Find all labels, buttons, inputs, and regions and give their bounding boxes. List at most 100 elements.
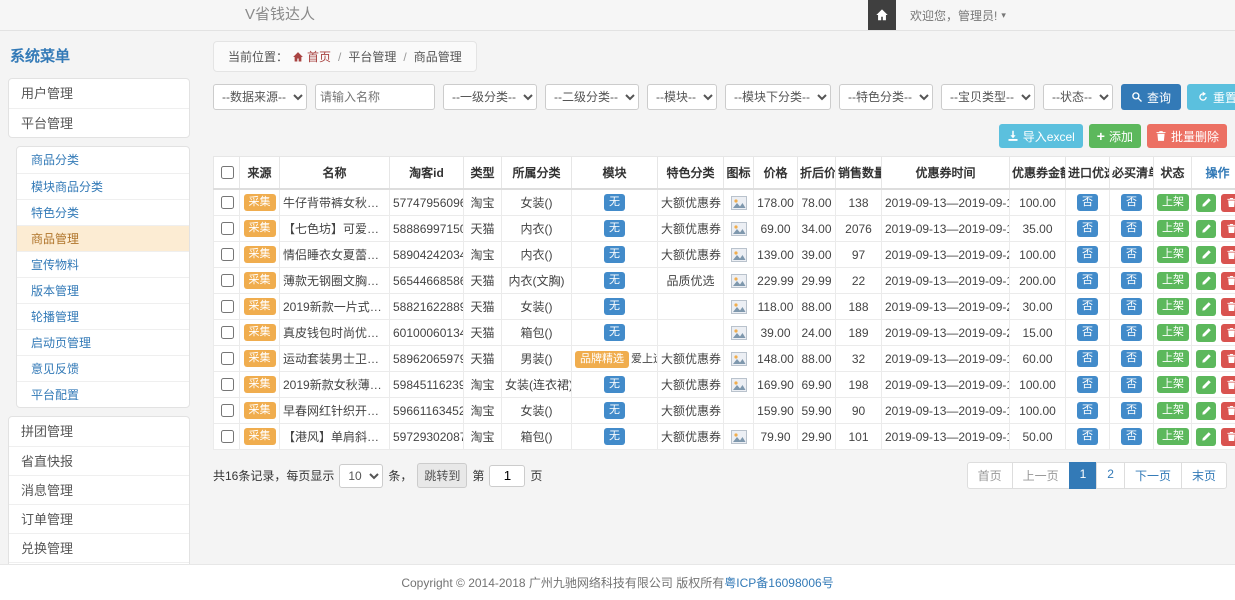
import-select-badge[interactable]: 否	[1077, 428, 1098, 445]
status-badge[interactable]: 上架	[1157, 298, 1189, 315]
pager-button[interactable]: 1	[1069, 462, 1098, 489]
must-buy-badge[interactable]: 否	[1121, 350, 1142, 367]
featured-category-select[interactable]: --特色分类--	[839, 84, 933, 110]
import-select-badge[interactable]: 否	[1077, 350, 1098, 367]
delete-button[interactable]	[1221, 220, 1235, 238]
pager-button[interactable]: 下一页	[1124, 462, 1182, 489]
sidebar-item[interactable]: 平台管理	[9, 108, 189, 137]
sidebar-item[interactable]: 模块商品分类	[17, 173, 189, 199]
sidebar-item[interactable]: 消息管理	[9, 475, 189, 504]
sidebar-item[interactable]: 订单管理	[9, 504, 189, 533]
select-all-checkbox[interactable]	[221, 166, 234, 179]
module-subcategory-select[interactable]: --模块下分类--	[725, 84, 831, 110]
must-buy-badge[interactable]: 否	[1121, 376, 1142, 393]
must-buy-badge[interactable]: 否	[1121, 194, 1142, 211]
data-source-select[interactable]: --数据来源--	[213, 84, 307, 110]
sidebar-item[interactable]: 轮播管理	[17, 303, 189, 329]
query-button[interactable]: 查询	[1121, 84, 1181, 110]
sidebar-item[interactable]: 商品分类	[17, 147, 189, 173]
breadcrumb-home-link[interactable]: 首页	[292, 48, 331, 65]
edit-button[interactable]	[1196, 402, 1216, 420]
edit-button[interactable]	[1196, 194, 1216, 212]
edit-button[interactable]	[1196, 376, 1216, 394]
status-badge[interactable]: 上架	[1157, 376, 1189, 393]
reset-button[interactable]: 重置	[1187, 84, 1235, 110]
add-button[interactable]: + 添加	[1089, 124, 1141, 148]
user-menu[interactable]: 欢迎您，管理员! ▾	[896, 7, 1020, 24]
sidebar-item[interactable]: 兑换管理	[9, 533, 189, 562]
must-buy-badge[interactable]: 否	[1121, 246, 1142, 263]
batch-delete-button[interactable]: 批量删除	[1147, 124, 1227, 148]
row-checkbox[interactable]	[221, 300, 234, 313]
must-buy-badge[interactable]: 否	[1121, 324, 1142, 341]
page-jump-input[interactable]	[489, 465, 525, 487]
edit-button[interactable]	[1196, 350, 1216, 368]
status-badge[interactable]: 上架	[1157, 272, 1189, 289]
row-checkbox[interactable]	[221, 196, 234, 209]
pager-button[interactable]: 末页	[1181, 462, 1227, 489]
delete-button[interactable]	[1221, 402, 1235, 420]
sidebar-item[interactable]: 宣传物料	[17, 251, 189, 277]
status-badge[interactable]: 上架	[1157, 350, 1189, 367]
home-button[interactable]	[868, 0, 896, 30]
sidebar-item[interactable]: 意见反馈	[17, 355, 189, 381]
row-checkbox[interactable]	[221, 430, 234, 443]
must-buy-badge[interactable]: 否	[1121, 220, 1142, 237]
import-select-badge[interactable]: 否	[1077, 324, 1098, 341]
per-page-select[interactable]: 10	[339, 464, 383, 488]
delete-button[interactable]	[1221, 246, 1235, 264]
level2-category-select[interactable]: --二级分类--	[545, 84, 639, 110]
row-checkbox[interactable]	[221, 352, 234, 365]
import-excel-button[interactable]: 导入excel	[999, 124, 1083, 148]
sidebar-item[interactable]: 平台配置	[17, 381, 189, 407]
must-buy-badge[interactable]: 否	[1121, 402, 1142, 419]
status-badge[interactable]: 上架	[1157, 194, 1189, 211]
must-buy-badge[interactable]: 否	[1121, 272, 1142, 289]
status-select[interactable]: --状态--	[1043, 84, 1113, 110]
row-checkbox[interactable]	[221, 404, 234, 417]
sidebar-item[interactable]: 用户管理	[9, 79, 189, 108]
delete-button[interactable]	[1221, 298, 1235, 316]
status-badge[interactable]: 上架	[1157, 220, 1189, 237]
delete-button[interactable]	[1221, 324, 1235, 342]
name-input[interactable]	[315, 84, 435, 110]
row-checkbox[interactable]	[221, 222, 234, 235]
import-select-badge[interactable]: 否	[1077, 246, 1098, 263]
level1-category-select[interactable]: --一级分类--	[443, 84, 537, 110]
edit-button[interactable]	[1196, 220, 1216, 238]
sidebar-item[interactable]: 省直快报	[9, 446, 189, 475]
status-badge[interactable]: 上架	[1157, 324, 1189, 341]
row-checkbox[interactable]	[221, 274, 234, 287]
delete-button[interactable]	[1221, 194, 1235, 212]
import-select-badge[interactable]: 否	[1077, 220, 1098, 237]
status-badge[interactable]: 上架	[1157, 246, 1189, 263]
pager-button[interactable]: 上一页	[1012, 462, 1070, 489]
edit-button[interactable]	[1196, 324, 1216, 342]
sidebar-item[interactable]: 启动页管理	[17, 329, 189, 355]
edit-button[interactable]	[1196, 272, 1216, 290]
import-select-badge[interactable]: 否	[1077, 402, 1098, 419]
import-select-badge[interactable]: 否	[1077, 194, 1098, 211]
module-select[interactable]: --模块--	[647, 84, 717, 110]
sidebar-item[interactable]: 特色分类	[17, 199, 189, 225]
pager-button[interactable]: 2	[1096, 462, 1125, 489]
delete-button[interactable]	[1221, 428, 1235, 446]
row-checkbox[interactable]	[221, 378, 234, 391]
must-buy-badge[interactable]: 否	[1121, 428, 1142, 445]
import-select-badge[interactable]: 否	[1077, 298, 1098, 315]
delete-button[interactable]	[1221, 350, 1235, 368]
row-checkbox[interactable]	[221, 248, 234, 261]
status-badge[interactable]: 上架	[1157, 428, 1189, 445]
row-checkbox[interactable]	[221, 326, 234, 339]
delete-button[interactable]	[1221, 376, 1235, 394]
sidebar-item[interactable]: 版本管理	[17, 277, 189, 303]
delete-button[interactable]	[1221, 272, 1235, 290]
pager-button[interactable]: 首页	[967, 462, 1013, 489]
sidebar-item[interactable]: 商品管理	[17, 225, 189, 251]
jump-button[interactable]: 跳转到	[417, 463, 467, 488]
item-type-select[interactable]: --宝贝类型--	[941, 84, 1035, 110]
status-badge[interactable]: 上架	[1157, 402, 1189, 419]
sidebar-item[interactable]: 拼团管理	[9, 417, 189, 446]
edit-button[interactable]	[1196, 298, 1216, 316]
edit-button[interactable]	[1196, 428, 1216, 446]
